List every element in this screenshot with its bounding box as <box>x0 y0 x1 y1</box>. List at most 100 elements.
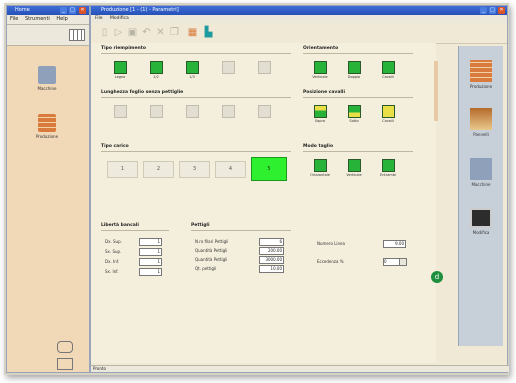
section-tipo-carico: Tipo carico <box>101 144 129 149</box>
status-bar: Pronto <box>91 365 509 372</box>
cavalli-button[interactable]: Sotto <box>341 103 367 125</box>
left-item-produzione[interactable]: Produzione <box>33 114 61 139</box>
taglio-button[interactable]: Verticale <box>341 157 367 179</box>
wall-icon[interactable]: ▦ <box>187 27 198 38</box>
left-item-macchine[interactable]: Macchine <box>33 66 61 91</box>
maximize-button[interactable]: □ <box>489 7 496 14</box>
numero-linea-input[interactable]: 9.00 <box>383 240 406 248</box>
section-divider <box>101 151 291 152</box>
orientamento-button[interactable]: Verticale <box>307 59 333 81</box>
fill-icon <box>381 105 395 118</box>
menu-strumenti[interactable]: Strumenti <box>25 16 50 22</box>
close-button[interactable]: ✕ <box>498 7 505 14</box>
carico-option-3[interactable]: 3 <box>179 161 210 178</box>
carico-option-5-selected[interactable]: 5 <box>251 157 287 181</box>
lunghezza-button[interactable] <box>179 103 205 125</box>
undo-icon[interactable]: ↶ <box>141 27 152 38</box>
undo-icon[interactable] <box>57 341 73 353</box>
fill-icon <box>257 105 271 118</box>
lunghezza-button[interactable] <box>215 103 241 125</box>
numero-linea-label: Numero Linea <box>317 241 345 246</box>
cavalli-button[interactable]: Sopra <box>307 103 333 125</box>
menu-modifica[interactable]: Modifica <box>110 16 129 21</box>
fill-icon <box>347 105 361 118</box>
orientamento-button[interactable]: Cavalli <box>375 59 401 81</box>
palette-icon[interactable]: ▙ <box>203 27 214 38</box>
monitor-icon <box>470 208 492 228</box>
fill-icon <box>149 105 163 118</box>
window-icon[interactable] <box>57 358 73 370</box>
taglio-button[interactable]: Orizzontale <box>307 157 333 179</box>
riempimento-button-half[interactable]: 1/2 <box>143 59 169 81</box>
copy-icon[interactable]: ❐ <box>169 27 180 38</box>
right-item-macchine[interactable]: Macchine <box>463 158 499 187</box>
new-icon[interactable]: ▯ <box>99 27 110 38</box>
fill-icon <box>221 105 235 118</box>
play-icon[interactable]: ▷ <box>113 27 124 38</box>
vertical-scrollbar[interactable] <box>434 61 438 121</box>
right-item-pannelli[interactable]: Pannelli <box>463 108 499 137</box>
main-toolbar: ▯ ▷ ▣ ↶ ✕ ❐ ▦ ▙ <box>91 23 507 44</box>
right-item-label: Produzione <box>469 84 493 89</box>
fill-icon <box>347 61 361 74</box>
lunghezza-button[interactable] <box>107 103 133 125</box>
eccedenza-label: Eccedenza % <box>317 259 344 264</box>
section-tipo-riempimento: Tipo riempimento <box>101 46 146 51</box>
lunghezza-button[interactable] <box>251 103 277 125</box>
panel-icon <box>470 108 492 130</box>
riempimento-button-legno[interactable]: Legno <box>107 59 133 81</box>
menu-help[interactable]: Help <box>56 16 67 22</box>
delete-icon[interactable]: ✕ <box>155 27 166 38</box>
menu-file[interactable]: File <box>95 16 103 21</box>
grid-view-icon[interactable] <box>69 29 85 41</box>
right-item-modifica[interactable]: Modifica <box>463 208 499 235</box>
riempimento-button-disabled[interactable] <box>251 59 277 81</box>
section-posizione-cavalli: Posizione cavalli <box>303 90 345 95</box>
confirm-icon[interactable]: d <box>431 271 443 283</box>
minimize-button[interactable]: _ <box>60 7 67 14</box>
carico-option-1[interactable]: 1 <box>107 161 138 178</box>
carico-option-4[interactable]: 4 <box>215 161 246 178</box>
fill-icon <box>113 105 127 118</box>
eccedenza-input[interactable]: 0 <box>383 258 400 266</box>
taglio-button[interactable]: Entrambi <box>375 157 401 179</box>
fill-icon <box>381 159 395 172</box>
close-button[interactable]: ✕ <box>79 7 86 14</box>
bancali-input[interactable]: 1 <box>139 258 162 266</box>
menu-file[interactable]: File <box>10 16 18 22</box>
bancali-input[interactable]: 1 <box>139 238 162 246</box>
minimize-button[interactable]: _ <box>480 7 487 14</box>
fill-icon <box>313 159 327 172</box>
left-toolbar <box>7 25 89 46</box>
pettigli-input[interactable]: 6 <box>259 238 284 246</box>
riempimento-button-disabled[interactable] <box>215 59 241 81</box>
pettigli-input[interactable]: 10.00 <box>259 265 284 273</box>
button-label: Doppio <box>347 75 361 79</box>
fill-icon <box>313 61 327 74</box>
save-icon[interactable]: ▣ <box>127 27 138 38</box>
fill-icon <box>347 159 361 172</box>
lunghezza-button[interactable] <box>143 103 169 125</box>
section-liberta-bancali: Libertà bancali <box>101 223 139 228</box>
button-label: 1/2 <box>153 75 159 79</box>
bancali-label: Dx. Sup. <box>105 239 122 244</box>
bancali-input[interactable]: 1 <box>139 268 162 276</box>
fill-icon <box>113 61 127 74</box>
maximize-button[interactable]: □ <box>69 7 76 14</box>
bancali-input[interactable]: 1 <box>139 248 162 256</box>
wall-icon <box>38 114 56 132</box>
button-label: Legno <box>114 75 126 79</box>
button-label: Sopra <box>314 119 326 123</box>
tool-icon <box>470 158 492 180</box>
orientamento-button[interactable]: Doppio <box>341 59 367 81</box>
section-divider <box>303 97 413 98</box>
fill-icon <box>185 105 199 118</box>
cavalli-button[interactable]: Cavalli <box>375 103 401 125</box>
carico-option-2[interactable]: 2 <box>143 161 174 178</box>
right-item-produzione[interactable]: Produzione <box>463 60 499 89</box>
parameters-panel: Tipo riempimento Legno 1/2 1/3 Lunghezza… <box>91 43 443 363</box>
eccedenza-dropdown-button[interactable] <box>399 258 407 266</box>
pettigli-input[interactable]: 200.00 <box>259 247 284 255</box>
pettigli-input[interactable]: 3000.00 <box>259 256 284 264</box>
riempimento-button-third[interactable]: 1/3 <box>179 59 205 81</box>
